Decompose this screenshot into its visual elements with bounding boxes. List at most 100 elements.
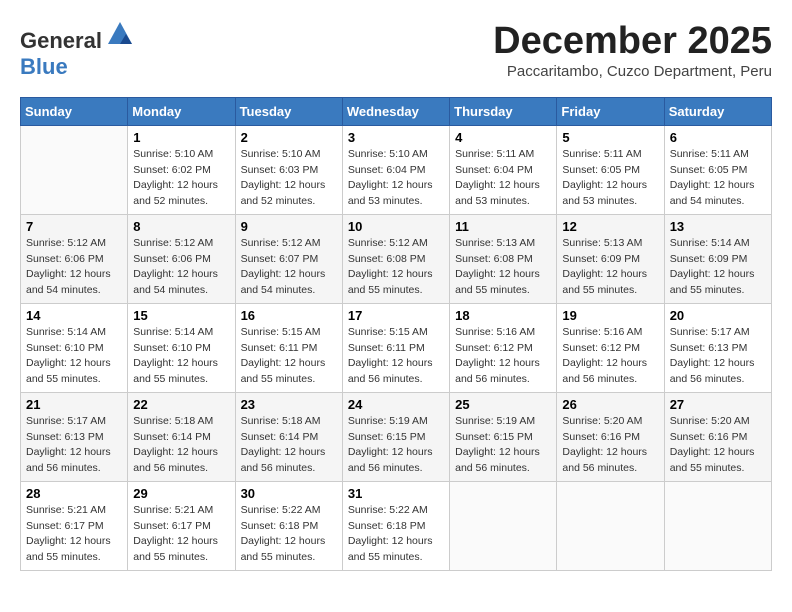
day-detail: Sunrise: 5:10 AM Sunset: 6:02 PM Dayligh…	[133, 147, 229, 210]
day-number: 28	[26, 486, 122, 501]
day-detail: Sunrise: 5:22 AM Sunset: 6:18 PM Dayligh…	[241, 503, 337, 566]
day-detail: Sunrise: 5:22 AM Sunset: 6:18 PM Dayligh…	[348, 503, 444, 566]
day-number: 24	[348, 397, 444, 412]
day-number: 12	[562, 219, 658, 234]
calendar-cell: 26 Sunrise: 5:20 AM Sunset: 6:16 PM Dayli…	[557, 392, 664, 481]
week-row-4: 21Sunrise: 5:17 AM Sunset: 6:13 PM Dayli…	[21, 392, 772, 481]
calendar-cell: 14 Sunrise: 5:14 AM Sunset: 6:10 PM Dayli…	[21, 303, 128, 392]
calendar-cell: 27Sunrise: 5:20 AM Sunset: 6:16 PM Dayli…	[664, 392, 771, 481]
calendar-cell: 29 Sunrise: 5:21 AM Sunset: 6:17 PM Dayli…	[128, 481, 235, 570]
day-number: 11	[455, 219, 551, 234]
col-header-wednesday: Wednesday	[342, 97, 449, 125]
day-detail: Sunrise: 5:16 AM Sunset: 6:12 PM Dayligh…	[562, 325, 658, 388]
day-number: 16	[241, 308, 337, 323]
day-number: 23	[241, 397, 337, 412]
calendar-cell: 25 Sunrise: 5:19 AM Sunset: 6:15 PM Dayli…	[450, 392, 557, 481]
day-number: 9	[241, 219, 337, 234]
day-detail: Sunrise: 5:13 AM Sunset: 6:08 PM Dayligh…	[455, 236, 551, 299]
calendar-cell	[664, 481, 771, 570]
day-detail: Sunrise: 5:20 AM Sunset: 6:16 PM Dayligh…	[562, 414, 658, 477]
week-row-3: 14 Sunrise: 5:14 AM Sunset: 6:10 PM Dayli…	[21, 303, 772, 392]
day-detail: Sunrise: 5:13 AM Sunset: 6:09 PM Dayligh…	[562, 236, 658, 299]
logo-text: General Blue	[20, 20, 134, 81]
calendar-cell: 9 Sunrise: 5:12 AM Sunset: 6:07 PM Daylig…	[235, 214, 342, 303]
calendar-cell: 13 Sunrise: 5:14 AM Sunset: 6:09 PM Dayli…	[664, 214, 771, 303]
calendar-table: SundayMondayTuesdayWednesdayThursdayFrid…	[20, 97, 772, 571]
day-detail: Sunrise: 5:14 AM Sunset: 6:10 PM Dayligh…	[26, 325, 122, 388]
day-number: 18	[455, 308, 551, 323]
calendar-header-row: SundayMondayTuesdayWednesdayThursdayFrid…	[21, 97, 772, 125]
day-detail: Sunrise: 5:11 AM Sunset: 6:05 PM Dayligh…	[562, 147, 658, 210]
week-row-2: 7Sunrise: 5:12 AM Sunset: 6:06 PM Daylig…	[21, 214, 772, 303]
calendar-cell: 24 Sunrise: 5:19 AM Sunset: 6:15 PM Dayli…	[342, 392, 449, 481]
day-number: 14	[26, 308, 122, 323]
day-detail: Sunrise: 5:12 AM Sunset: 6:07 PM Dayligh…	[241, 236, 337, 299]
col-header-thursday: Thursday	[450, 97, 557, 125]
calendar-cell: 4 Sunrise: 5:11 AM Sunset: 6:04 PM Daylig…	[450, 125, 557, 214]
day-number: 3	[348, 130, 444, 145]
col-header-monday: Monday	[128, 97, 235, 125]
day-number: 2	[241, 130, 337, 145]
logo-icon	[106, 20, 134, 48]
calendar-cell: 16 Sunrise: 5:15 AM Sunset: 6:11 PM Dayli…	[235, 303, 342, 392]
day-number: 19	[562, 308, 658, 323]
logo: General Blue	[20, 20, 134, 81]
day-detail: Sunrise: 5:15 AM Sunset: 6:11 PM Dayligh…	[241, 325, 337, 388]
month-title: December 2025	[493, 20, 772, 63]
calendar-cell: 28 Sunrise: 5:21 AM Sunset: 6:17 PM Dayli…	[21, 481, 128, 570]
day-detail: Sunrise: 5:21 AM Sunset: 6:17 PM Dayligh…	[133, 503, 229, 566]
day-number: 31	[348, 486, 444, 501]
day-number: 15	[133, 308, 229, 323]
location-subtitle: Paccaritambo, Cuzco Department, Peru	[493, 63, 772, 80]
logo-general: General	[20, 28, 102, 53]
day-detail: Sunrise: 5:12 AM Sunset: 6:08 PM Dayligh…	[348, 236, 444, 299]
calendar-cell: 10 Sunrise: 5:12 AM Sunset: 6:08 PM Dayli…	[342, 214, 449, 303]
day-number: 30	[241, 486, 337, 501]
day-number: 29	[133, 486, 229, 501]
calendar-cell: 21Sunrise: 5:17 AM Sunset: 6:13 PM Dayli…	[21, 392, 128, 481]
day-detail: Sunrise: 5:16 AM Sunset: 6:12 PM Dayligh…	[455, 325, 551, 388]
calendar-cell: 8 Sunrise: 5:12 AM Sunset: 6:06 PM Daylig…	[128, 214, 235, 303]
day-number: 21	[26, 397, 122, 412]
day-number: 17	[348, 308, 444, 323]
day-detail: Sunrise: 5:14 AM Sunset: 6:10 PM Dayligh…	[133, 325, 229, 388]
calendar-cell	[450, 481, 557, 570]
day-number: 4	[455, 130, 551, 145]
day-detail: Sunrise: 5:18 AM Sunset: 6:14 PM Dayligh…	[241, 414, 337, 477]
calendar-cell: 12 Sunrise: 5:13 AM Sunset: 6:09 PM Dayli…	[557, 214, 664, 303]
day-number: 5	[562, 130, 658, 145]
day-number: 10	[348, 219, 444, 234]
day-detail: Sunrise: 5:12 AM Sunset: 6:06 PM Dayligh…	[133, 236, 229, 299]
calendar-cell: 3 Sunrise: 5:10 AM Sunset: 6:04 PM Daylig…	[342, 125, 449, 214]
day-detail: Sunrise: 5:11 AM Sunset: 6:05 PM Dayligh…	[670, 147, 766, 210]
day-detail: Sunrise: 5:18 AM Sunset: 6:14 PM Dayligh…	[133, 414, 229, 477]
day-detail: Sunrise: 5:20 AM Sunset: 6:16 PM Dayligh…	[670, 414, 766, 477]
day-number: 25	[455, 397, 551, 412]
calendar-cell: 15 Sunrise: 5:14 AM Sunset: 6:10 PM Dayli…	[128, 303, 235, 392]
day-detail: Sunrise: 5:19 AM Sunset: 6:15 PM Dayligh…	[455, 414, 551, 477]
week-row-5: 28 Sunrise: 5:21 AM Sunset: 6:17 PM Dayli…	[21, 481, 772, 570]
day-detail: Sunrise: 5:10 AM Sunset: 6:04 PM Dayligh…	[348, 147, 444, 210]
col-header-saturday: Saturday	[664, 97, 771, 125]
calendar-cell	[21, 125, 128, 214]
calendar-cell	[557, 481, 664, 570]
day-detail: Sunrise: 5:21 AM Sunset: 6:17 PM Dayligh…	[26, 503, 122, 566]
logo-blue: Blue	[20, 54, 68, 79]
day-detail: Sunrise: 5:14 AM Sunset: 6:09 PM Dayligh…	[670, 236, 766, 299]
day-detail: Sunrise: 5:10 AM Sunset: 6:03 PM Dayligh…	[241, 147, 337, 210]
title-block: December 2025 Paccaritambo, Cuzco Depart…	[493, 20, 772, 80]
day-detail: Sunrise: 5:12 AM Sunset: 6:06 PM Dayligh…	[26, 236, 122, 299]
day-detail: Sunrise: 5:19 AM Sunset: 6:15 PM Dayligh…	[348, 414, 444, 477]
calendar-cell: 19 Sunrise: 5:16 AM Sunset: 6:12 PM Dayli…	[557, 303, 664, 392]
calendar-cell: 22Sunrise: 5:18 AM Sunset: 6:14 PM Dayli…	[128, 392, 235, 481]
day-number: 13	[670, 219, 766, 234]
day-number: 8	[133, 219, 229, 234]
day-detail: Sunrise: 5:11 AM Sunset: 6:04 PM Dayligh…	[455, 147, 551, 210]
calendar-cell: 2 Sunrise: 5:10 AM Sunset: 6:03 PM Daylig…	[235, 125, 342, 214]
day-detail: Sunrise: 5:15 AM Sunset: 6:11 PM Dayligh…	[348, 325, 444, 388]
day-number: 26	[562, 397, 658, 412]
calendar-cell: 23 Sunrise: 5:18 AM Sunset: 6:14 PM Dayli…	[235, 392, 342, 481]
calendar-cell: 5 Sunrise: 5:11 AM Sunset: 6:05 PM Daylig…	[557, 125, 664, 214]
day-detail: Sunrise: 5:17 AM Sunset: 6:13 PM Dayligh…	[670, 325, 766, 388]
calendar-cell: 17 Sunrise: 5:15 AM Sunset: 6:11 PM Dayli…	[342, 303, 449, 392]
